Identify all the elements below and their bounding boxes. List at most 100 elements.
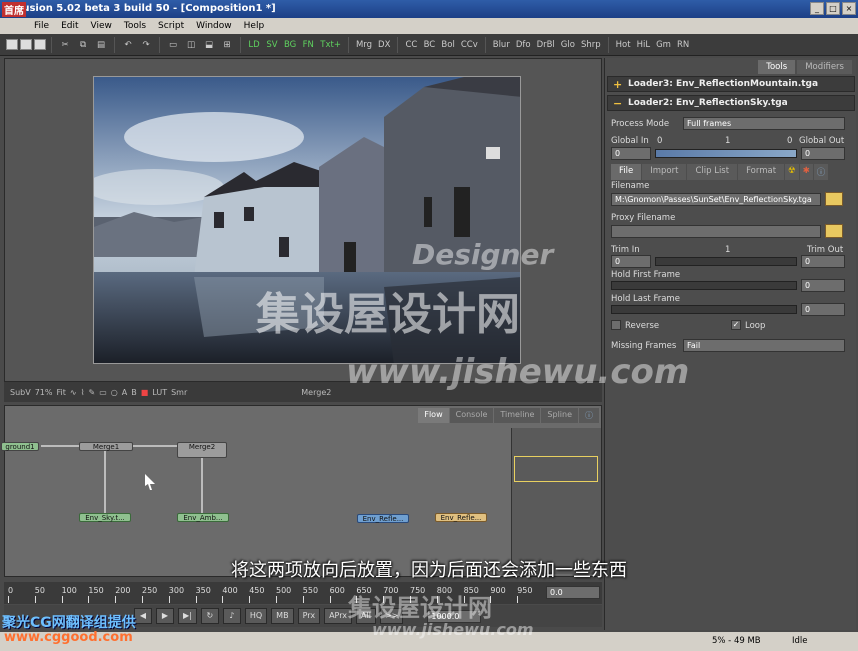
copy-icon[interactable]: ⧉: [75, 37, 91, 53]
close-button[interactable]: ×: [842, 2, 856, 15]
flow-editor[interactable]: Flow Console Timeline Spline ⓘ ground1 M…: [1, 405, 602, 577]
tool-blur[interactable]: Blur: [491, 37, 512, 53]
brush-icon[interactable]: ✎: [88, 388, 95, 397]
tool-rn[interactable]: RN: [675, 37, 691, 53]
channel-b-icon[interactable]: B: [131, 388, 137, 397]
info-icon[interactable]: ⓘ: [813, 164, 829, 180]
mb-button[interactable]: MB: [271, 608, 294, 624]
navigator-viewport[interactable]: [514, 456, 598, 482]
layout-single-icon[interactable]: ▭: [165, 37, 181, 53]
hold-last-field[interactable]: 0: [801, 303, 845, 316]
trim-slider[interactable]: [655, 257, 797, 266]
layout-horizontal-icon[interactable]: ⬓: [201, 37, 217, 53]
info-icon[interactable]: ⓘ: [579, 408, 599, 423]
node-env-sky[interactable]: Env_Sky.t...: [79, 513, 131, 522]
subtab-import[interactable]: Import: [642, 164, 687, 180]
reverse-checkbox[interactable]: [611, 320, 621, 330]
radioactive-icon[interactable]: ☢: [785, 164, 799, 180]
tool-shrp[interactable]: Shrp: [579, 37, 603, 53]
tab-modifiers[interactable]: Modifiers: [797, 60, 852, 74]
menu-view[interactable]: View: [85, 21, 118, 31]
node-env-amb[interactable]: Env_Amb...: [177, 513, 229, 522]
hold-last-slider[interactable]: [611, 305, 797, 314]
tool-dx[interactable]: DX: [376, 37, 392, 53]
tool-hil[interactable]: HiL: [635, 37, 653, 53]
tool-drbl[interactable]: DrBl: [535, 37, 557, 53]
subtab-format[interactable]: Format: [738, 164, 785, 180]
menu-edit[interactable]: Edit: [55, 21, 84, 31]
menu-window[interactable]: Window: [190, 21, 238, 31]
smr-button[interactable]: Smr: [171, 388, 187, 397]
hq-button[interactable]: HQ: [244, 608, 268, 624]
global-out-field[interactable]: 0: [801, 147, 845, 160]
loop-checkbox[interactable]: ✓: [731, 320, 741, 330]
menu-file[interactable]: File: [28, 21, 55, 31]
tool-gm[interactable]: Gm: [654, 37, 673, 53]
menu-script[interactable]: Script: [152, 21, 190, 31]
browse-folder-icon[interactable]: [825, 192, 843, 206]
tool-ccv[interactable]: CCv: [459, 37, 480, 53]
fit-button[interactable]: Fit: [56, 388, 65, 397]
tool-fn[interactable]: FN: [300, 37, 316, 53]
layout-split-icon[interactable]: ◫: [183, 37, 199, 53]
current-time-field[interactable]: 0.0: [546, 586, 600, 599]
cut-icon[interactable]: ✂: [57, 37, 73, 53]
menu-tools[interactable]: Tools: [118, 21, 152, 31]
tool-bg[interactable]: BG: [282, 37, 298, 53]
missing-frames-select[interactable]: Fail: [683, 339, 845, 352]
tab-tools[interactable]: Tools: [758, 60, 796, 74]
minimize-button[interactable]: _: [810, 2, 824, 15]
tool-mrg[interactable]: Mrg: [354, 37, 374, 53]
node-background[interactable]: ground1: [1, 442, 39, 451]
tool-hot[interactable]: Hot: [614, 37, 633, 53]
layout-quad-icon[interactable]: ⊞: [219, 37, 235, 53]
loader2-header[interactable]: − Loader2: Env_ReflectionSky.tga: [607, 95, 855, 111]
next-frame-button[interactable]: ▶|: [178, 608, 197, 624]
trim-out-field[interactable]: 0: [801, 255, 845, 268]
node-env-refle2[interactable]: Env_Refle...: [435, 513, 487, 522]
subtab-file[interactable]: File: [611, 164, 642, 180]
process-mode-select[interactable]: Full frames: [683, 117, 845, 130]
filename-field[interactable]: M:\Gnomon\Passes\SunSet\Env_ReflectionSk…: [611, 193, 821, 206]
loop-button[interactable]: ↻: [200, 608, 219, 624]
node-env-refle1[interactable]: Env_Refle...: [357, 514, 409, 523]
tool-txt[interactable]: Txt+: [318, 37, 343, 53]
play-reverse-button[interactable]: ◀: [134, 608, 152, 624]
hold-first-field[interactable]: 0: [801, 279, 845, 292]
browse-proxy-folder-icon[interactable]: [825, 224, 843, 238]
subtab-clip-list[interactable]: Clip List: [687, 164, 738, 180]
ellipse-icon[interactable]: ○: [111, 388, 118, 397]
tool-ld[interactable]: LD: [246, 37, 262, 53]
lut-button[interactable]: LUT: [152, 388, 167, 397]
tab-spline[interactable]: Spline: [541, 408, 578, 423]
paste-icon[interactable]: ▤: [93, 37, 109, 53]
text-a-icon[interactable]: A: [122, 388, 127, 397]
subview-button[interactable]: SubV: [10, 388, 31, 397]
settings-gear-icon[interactable]: ✱: [799, 164, 813, 180]
zoom-level[interactable]: 71%: [35, 388, 53, 397]
redo-icon[interactable]: ↷: [138, 37, 154, 53]
tool-cc[interactable]: CC: [403, 37, 419, 53]
tool-glo[interactable]: Glo: [559, 37, 577, 53]
audio-icon[interactable]: ♪: [222, 608, 241, 624]
undo-icon[interactable]: ↶: [120, 37, 136, 53]
tool-bc[interactable]: BC: [421, 37, 437, 53]
play-button[interactable]: ▶: [156, 608, 174, 624]
save-icon[interactable]: [34, 39, 46, 50]
rect-icon[interactable]: ▭: [99, 388, 107, 397]
open-file-icon[interactable]: [20, 39, 32, 50]
proxy-filename-field[interactable]: [611, 225, 821, 238]
polyline-icon[interactable]: ⌇: [81, 388, 85, 397]
global-in-field[interactable]: 0: [611, 147, 651, 160]
flow-navigator[interactable]: [511, 428, 601, 574]
maximize-button[interactable]: □: [826, 2, 840, 15]
loader3-header[interactable]: + Loader3: Env_ReflectionMountain.tga: [607, 76, 855, 92]
trim-in-field[interactable]: 0: [611, 255, 651, 268]
node-merge2[interactable]: Merge2: [177, 442, 227, 458]
prx-button[interactable]: Prx: [297, 608, 321, 624]
hold-first-slider[interactable]: [611, 281, 797, 290]
tool-bol[interactable]: Bol: [439, 37, 456, 53]
menu-help[interactable]: Help: [238, 21, 271, 31]
tool-sv[interactable]: SV: [264, 37, 280, 53]
node-merge1[interactable]: Merge1: [79, 442, 133, 451]
